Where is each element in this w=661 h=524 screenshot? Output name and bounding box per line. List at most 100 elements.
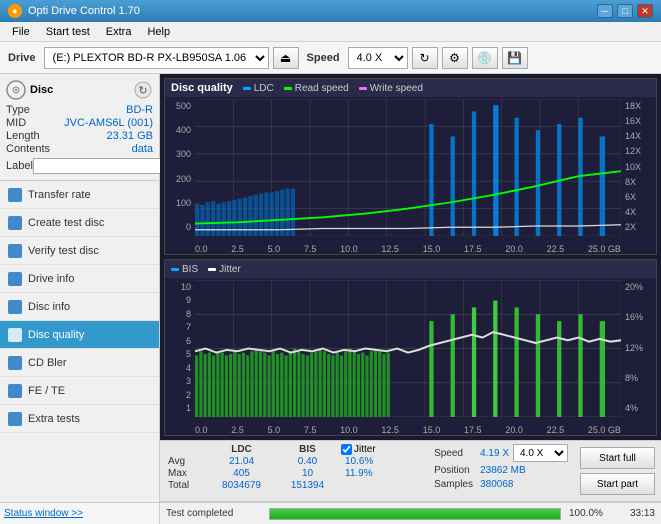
cd-bler-icon [8,356,22,370]
jitter-checkbox-area: Jitter [341,444,420,455]
disc-label-row: Label ✎ [6,158,153,174]
max-label: Max [168,468,208,479]
chart-area: Disc quality LDC Read speed Write speed [160,74,661,440]
disc-panel: Disc ↻ Type BD-R MID JVC-AMS6L (001) Len… [0,74,159,181]
extra-tests-icon [8,412,22,426]
speed-select[interactable]: 4.0 X 2.0 X 6.0 X 8.0 X [348,47,408,69]
col-bis: BIS [275,444,340,455]
nav-items: Transfer rate Create test disc Verify te… [0,181,159,502]
action-buttons: Start full Start part [574,441,661,501]
stats-table: LDC BIS Jitter Avg 21.04 0.40 10.6% Max … [160,441,428,501]
title-text: Opti Drive Control 1.70 [28,5,140,17]
jitter-checkbox[interactable] [341,444,352,455]
disc-type-row: Type BD-R [6,104,153,116]
stats-main-row: LDC BIS Jitter Avg 21.04 0.40 10.6% Max … [160,441,661,502]
chart-bis: BIS Jitter 10 9 8 7 6 5 4 3 2 [164,259,657,436]
close-button[interactable]: ✕ [637,4,653,18]
jitter-label: Jitter [354,444,376,455]
menu-extra[interactable]: Extra [98,24,140,40]
refresh-button[interactable]: ↻ [412,47,438,69]
avg-bis: 0.40 [275,456,340,467]
cd-button[interactable]: 💿 [472,47,498,69]
max-bis: 10 [275,468,340,479]
sidebar: Disc ↻ Type BD-R MID JVC-AMS6L (001) Len… [0,74,160,524]
samples-row: Samples 380068 [434,479,568,490]
nav-transfer-rate[interactable]: Transfer rate [0,181,159,209]
svg-text:↻: ↻ [138,85,147,97]
start-full-button[interactable]: Start full [580,447,655,469]
speed-label: Speed [303,52,344,64]
speed-position-panel: Speed 4.19 X 4.0 X 2.0 X 6.0 X Position … [428,441,574,501]
maximize-button[interactable]: □ [617,4,633,18]
start-part-button[interactable]: Start part [580,473,655,495]
status-window-button[interactable]: Status window >> [4,508,83,519]
title-bar-left: ● Opti Drive Control 1.70 [8,4,140,18]
menu-bar: File Start test Extra Help [0,22,661,42]
nav-cd-bler[interactable]: CD Bler [0,349,159,377]
drive-label: Drive [4,52,40,64]
main-content: Disc ↻ Type BD-R MID JVC-AMS6L (001) Len… [0,74,661,524]
progress-bar-container [269,508,561,520]
stats-grid: LDC BIS Jitter Avg 21.04 0.40 10.6% Max … [168,444,420,491]
max-jitter: 11.9% [341,468,420,479]
max-ldc: 405 [209,468,274,479]
nav-verify-test-disc[interactable]: Verify test disc [0,237,159,265]
drive-select[interactable]: (E:) PLEXTOR BD-R PX-LB950SA 1.06 [44,47,269,69]
eject-button[interactable]: ⏏ [273,47,299,69]
menu-start-test[interactable]: Start test [38,24,98,40]
app-icon: ● [8,4,22,18]
progress-bar-fill [270,509,560,519]
speed-row: Speed 4.19 X 4.0 X 2.0 X 6.0 X [434,444,568,462]
menu-help[interactable]: Help [139,24,178,40]
save-button[interactable]: 💾 [502,47,528,69]
menu-file[interactable]: File [4,24,38,40]
nav-fe-te[interactable]: FE / TE [0,377,159,405]
nav-disc-quality[interactable]: Disc quality [0,321,159,349]
nav-drive-info[interactable]: Drive info [0,265,159,293]
status-bottom-bar: Test completed 100.0% 33:13 [160,502,661,524]
title-bar-controls: ─ □ ✕ [597,4,653,18]
minimize-button[interactable]: ─ [597,4,613,18]
legend-jitter-dot [208,268,216,271]
samples-label: Samples [434,479,476,490]
chart2-svg [195,280,621,417]
disc-title: Disc [30,84,53,96]
create-test-disc-icon [8,216,22,230]
disc-refresh-icon[interactable]: ↻ [133,80,153,100]
avg-jitter: 10.6% [341,456,420,467]
status-text: Test completed [166,508,261,519]
chart1-y-right: 18X 16X 14X 12X 10X 8X 6X 4X 2X [623,99,656,234]
samples-value: 380068 [480,479,513,490]
nav-create-test-disc[interactable]: Create test disc [0,209,159,237]
chart1-x-axis: 0.0 2.5 5.0 7.5 10.0 12.5 15.0 17.5 20.0… [195,236,621,254]
total-label: Total [168,480,208,491]
drive-info-icon [8,272,22,286]
chart-ldc: Disc quality LDC Read speed Write speed [164,78,657,255]
disc-icon [6,80,26,100]
avg-ldc: 21.04 [209,456,274,467]
toolbar: Drive (E:) PLEXTOR BD-R PX-LB950SA 1.06 … [0,42,661,74]
position-row: Position 23862 MB [434,465,568,476]
nav-disc-info[interactable]: Disc info [0,293,159,321]
chart2-y-left: 10 9 8 7 6 5 4 3 2 1 [165,280,193,415]
speed-value: 4.19 X [480,448,509,459]
legend-bis: BIS [171,264,198,275]
disc-header: Disc ↻ [6,80,153,100]
fe-te-icon [8,384,22,398]
settings-button[interactable]: ⚙ [442,47,468,69]
speed-select[interactable]: 4.0 X 2.0 X 6.0 X [513,444,568,462]
progress-label: 100.0% [569,508,609,519]
total-bis: 151394 [275,480,340,491]
status-bar: Status window >> [0,502,159,524]
chart1-title-bar: Disc quality LDC Read speed Write speed [165,79,656,97]
nav-extra-tests[interactable]: Extra tests [0,405,159,433]
verify-test-disc-icon [8,244,22,258]
disc-length-row: Length 23.31 GB [6,130,153,142]
disc-quality-icon [8,328,22,342]
disc-label-input[interactable] [33,158,169,174]
legend-read-speed: Read speed [284,83,349,94]
position-label: Position [434,465,476,476]
transfer-rate-icon [8,188,22,202]
total-ldc: 8034679 [209,480,274,491]
chart2-title-bar: BIS Jitter [165,260,656,278]
